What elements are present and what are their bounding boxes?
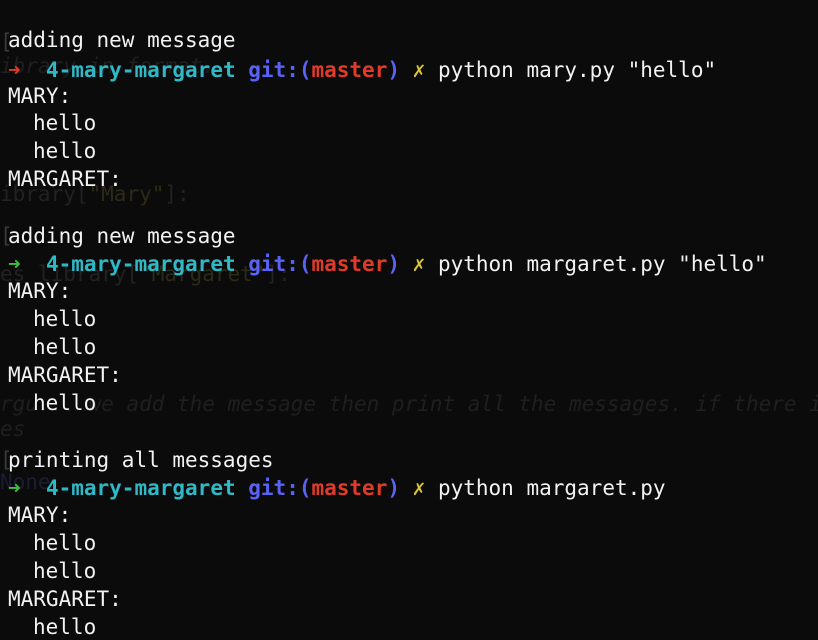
arrow-icon: ➜ [8, 476, 21, 500]
git-suffix: ) [387, 476, 400, 500]
output-status: printing all messages [8, 448, 274, 472]
prompt-directory: 4-mary-margaret [45, 252, 236, 276]
git-branch: master [311, 58, 388, 82]
message-line: hello [33, 531, 97, 555]
prompt-directory: 4-mary-margaret [45, 476, 236, 500]
prompt-content: ➜ 4-mary-margaret git:(master) ✗ python … [8, 250, 767, 278]
dirty-icon: ✗ [412, 476, 426, 500]
prompt-directory: 4-mary-margaret [45, 58, 236, 82]
git-prefix: git:( [248, 252, 312, 276]
git-branch: master [311, 476, 388, 500]
margaret-label: MARGARET: [8, 587, 122, 611]
margaret-label: MARGARET: [8, 167, 122, 191]
output-status: adding new message [8, 28, 236, 52]
command-text: python mary.py "hello" [437, 58, 717, 82]
message-line: hello [33, 335, 97, 359]
git-branch: master [311, 252, 388, 276]
dirty-icon: ✗ [412, 252, 426, 276]
prompt-content: ➜ 4-mary-margaret git:(master) ✗ python … [8, 56, 716, 84]
message-line: hello [33, 391, 97, 415]
command-text: python margaret.py [437, 476, 666, 500]
git-suffix: ) [387, 252, 400, 276]
mary-label: MARY: [8, 503, 72, 527]
command-text: python margaret.py "hello" [437, 252, 767, 276]
mary-label: MARY: [8, 279, 72, 303]
terminal-window[interactable]: ibrary in format. ibrary["Mary"]: es lib… [0, 0, 818, 640]
arrow-icon: ➜ [8, 252, 21, 276]
message-line: hello [33, 615, 97, 639]
prompt-content: ➜ 4-mary-margaret git:(master) ✗ python … [8, 474, 666, 502]
git-suffix: ) [387, 58, 400, 82]
git-prefix: git:( [248, 476, 312, 500]
message-line: hello [33, 559, 97, 583]
arrow-icon: ➜ [8, 58, 21, 82]
git-prefix: git:( [248, 58, 312, 82]
mary-label: MARY: [8, 84, 72, 108]
dirty-icon: ✗ [412, 58, 426, 82]
message-line: hello [33, 307, 97, 331]
terminal-output[interactable]: [ ➜ 4-mary-margaret git:(master) ✗ pytho… [0, 0, 818, 640]
output-status: adding new message [8, 224, 236, 248]
message-line: hello [33, 139, 97, 163]
message-line: hello [33, 111, 97, 135]
margaret-label: MARGARET: [8, 363, 122, 387]
